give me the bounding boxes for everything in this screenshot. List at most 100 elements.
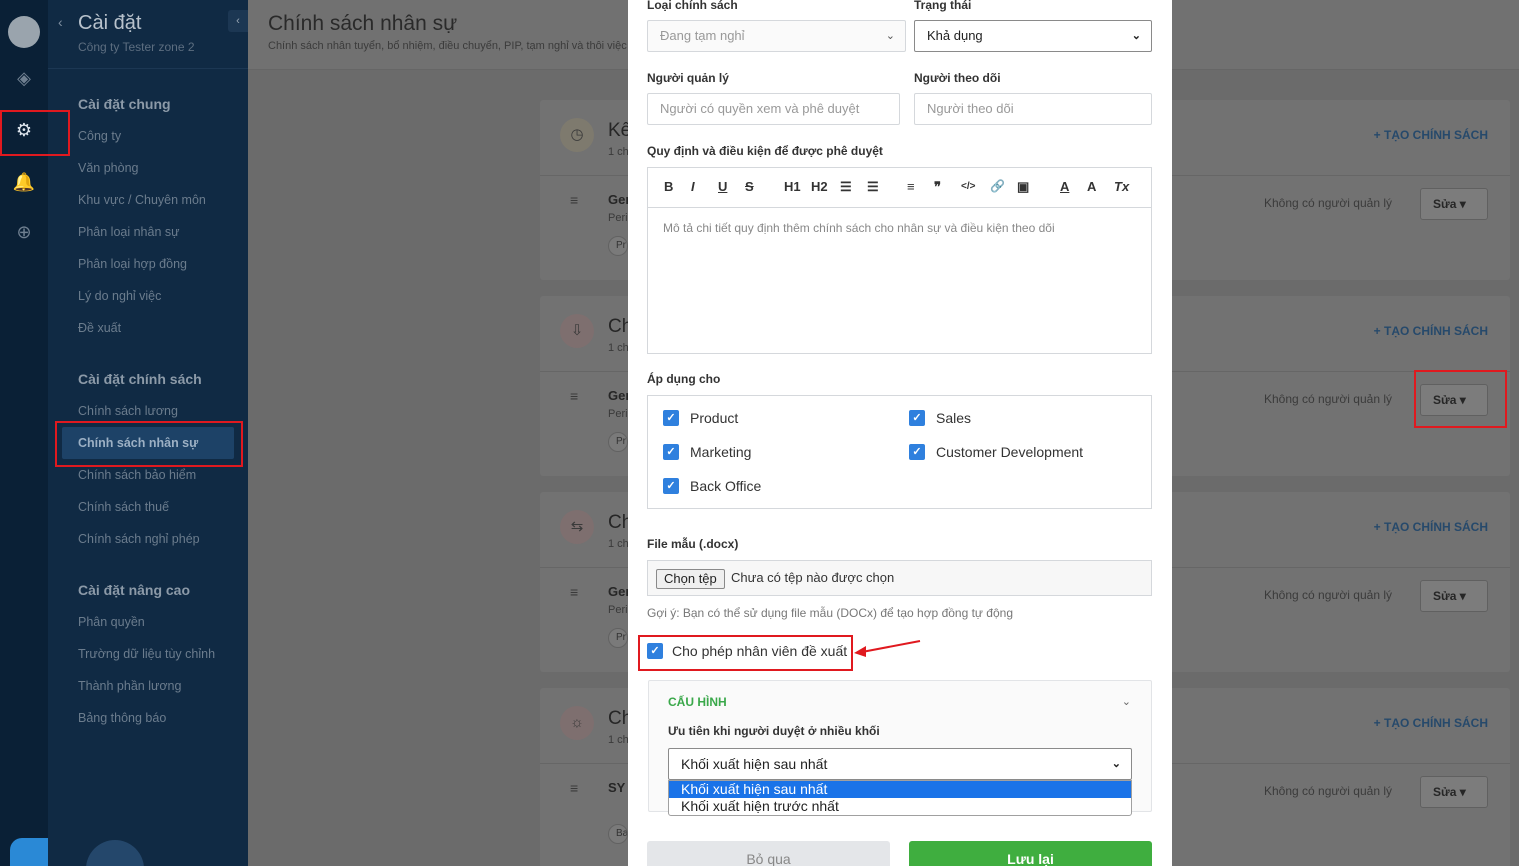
chevron-down-icon[interactable]: ⌄ [1122, 695, 1131, 708]
apply-customer-development[interactable]: Customer Development [936, 444, 1083, 460]
sidebar-item-office[interactable]: Văn phòng [78, 161, 138, 175]
underline-button[interactable]: U [718, 179, 727, 194]
sidebar-item-notice-board[interactable]: Bảng thông báo [78, 711, 166, 725]
edit-label: Sửa [1433, 197, 1457, 211]
check-icon[interactable]: ✓ [663, 478, 679, 494]
avatar[interactable] [8, 16, 40, 48]
apply-back-office[interactable]: Back Office [690, 478, 761, 494]
edit-button[interactable]: Sửa ▾ [1420, 776, 1488, 808]
check-icon[interactable]: ✓ [663, 410, 679, 426]
sidebar-item-contract-type[interactable]: Phân loại hợp đồng [78, 257, 187, 271]
heading2-button[interactable]: H2 [811, 179, 828, 194]
link-icon[interactable]: 🔗 [990, 179, 1005, 193]
follower-label: Người theo dõi [914, 71, 1001, 85]
config-title: CẤU HÌNH [668, 695, 727, 709]
allow-proposal-checkbox-label[interactable]: Cho phép nhân viên đề xuất [672, 643, 847, 659]
sidebar-item-permissions[interactable]: Phân quyền [78, 615, 145, 629]
priority-select[interactable]: Khối xuất hiện sau nhất ⌄ [668, 748, 1132, 780]
chevron-down-icon: ⌄ [885, 30, 895, 42]
menu-lines-icon: ≡ [570, 388, 579, 404]
file-input: Chọn tệp Chưa có tệp nào được chọn [647, 560, 1152, 596]
text-color-button[interactable]: A [1060, 179, 1069, 194]
rules-placeholder: Mô tả chi tiết quy định thêm chính sách … [663, 221, 1055, 235]
divider [48, 68, 248, 69]
sidebar-item-salary-policy[interactable]: Chính sách lương [78, 404, 178, 418]
card-count: 1 ch [608, 146, 629, 158]
heading1-button[interactable]: H1 [784, 179, 801, 194]
choose-file-button[interactable]: Chọn tệp [656, 569, 725, 589]
image-icon[interactable]: ▣ [1017, 179, 1029, 195]
highlight-button[interactable]: A [1087, 179, 1096, 194]
card-count: 1 ch [608, 342, 629, 354]
status-value: Khả dụng [927, 28, 983, 43]
quote-button[interactable]: ❞ [934, 179, 941, 195]
card-count: 1 ch [608, 538, 629, 550]
back-chevron-icon[interactable]: ‹ [58, 14, 63, 30]
add-policy-button[interactable]: + TẠO CHÍNH SÁCH [1374, 324, 1488, 338]
check-icon[interactable]: ✓ [909, 410, 925, 426]
sidebar-item-tax-policy[interactable]: Chính sách thuế [78, 500, 169, 514]
chevron-down-icon: ⌄ [1111, 758, 1121, 770]
sidebar-item-region[interactable]: Khu vực / Chuyên môn [78, 193, 206, 207]
calendar-icon[interactable]: ◈ [12, 66, 36, 90]
manager-input[interactable]: Người có quyền xem và phê duyệt [647, 93, 900, 125]
chevron-down-icon: ⌄ [1131, 30, 1141, 42]
policy-chip: Pr [608, 236, 628, 256]
follower-input[interactable]: Người theo dõi [914, 93, 1152, 125]
add-policy-button[interactable]: + TẠO CHÍNH SÁCH [1374, 128, 1488, 142]
sidebar-item-salary-components[interactable]: Thành phần lương [78, 679, 181, 693]
editor-toolbar: B I U S H1 H2 ☰ ☰ ≡ ❞ </> 🔗 ▣ A A Tx [648, 168, 1151, 208]
policy-chip: Ba [608, 824, 628, 844]
code-button[interactable]: </> [961, 181, 975, 192]
ordered-list-button[interactable]: ☰ [840, 179, 852, 195]
card-count: 1 ch [608, 734, 629, 746]
edit-button[interactable]: Sửa ▾ [1420, 188, 1488, 220]
annotation-box [0, 110, 70, 156]
priority-option[interactable]: Khối xuất hiện trước nhất [669, 798, 1131, 815]
sidebar-item-custom-fields[interactable]: Trường dữ liệu tùy chỉnh [78, 647, 215, 661]
status-label: Trạng thái [914, 0, 972, 12]
sidebar-item-proposal[interactable]: Đề xuất [78, 321, 121, 335]
check-icon[interactable]: ✓ [647, 643, 663, 659]
section-title: Cài đặt nâng cao [78, 582, 191, 598]
apply-sales[interactable]: Sales [936, 410, 971, 426]
file-hint: Gợi ý: Bạn có thể sử dụng file mẫu (DOCx… [647, 606, 1013, 620]
sidebar-item-leave-reason[interactable]: Lý do nghỉ việc [78, 289, 161, 303]
save-button[interactable]: Lưu lại [909, 841, 1152, 866]
menu-lines-icon: ≡ [570, 192, 579, 208]
apply-product[interactable]: Product [690, 410, 738, 426]
manager-status: Không có người quản lý [1264, 784, 1392, 798]
bullet-list-button[interactable]: ☰ [867, 179, 879, 195]
sidebar-item-leave-policy[interactable]: Chính sách nghỉ phép [78, 532, 200, 546]
bell-icon[interactable]: 🔔 [12, 170, 36, 194]
add-policy-button[interactable]: + TẠO CHÍNH SÁCH [1374, 520, 1488, 534]
policy-period: Peri [608, 408, 628, 420]
menu-lines-icon: ≡ [570, 584, 579, 600]
apply-marketing[interactable]: Marketing [690, 444, 751, 460]
apply-label: Áp dụng cho [647, 372, 721, 386]
sidebar-item-insurance-policy[interactable]: Chính sách bảo hiểm [78, 468, 196, 482]
check-icon[interactable]: ✓ [663, 444, 679, 460]
strikethrough-button[interactable]: S [745, 179, 754, 194]
priority-option[interactable]: Khối xuất hiện sau nhất [669, 781, 1131, 798]
page-title: Chính sách nhân sự [268, 12, 458, 35]
rules-editor[interactable]: B I U S H1 H2 ☰ ☰ ≡ ❞ </> 🔗 ▣ A A Tx Mô … [647, 167, 1152, 354]
italic-button[interactable]: I [691, 179, 695, 194]
clear-format-button[interactable]: Tx [1114, 179, 1129, 194]
sidebar-item-company[interactable]: Công ty [78, 129, 121, 143]
status-select[interactable]: Khả dụng ⌄ [914, 20, 1152, 52]
add-policy-button[interactable]: + TẠO CHÍNH SÁCH [1374, 716, 1488, 730]
check-icon[interactable]: ✓ [909, 444, 925, 460]
clock-icon: ◷ [560, 118, 594, 152]
align-button[interactable]: ≡ [907, 179, 915, 194]
config-question: Ưu tiên khi người duyệt ở nhiều khối [668, 724, 880, 738]
manager-status: Không có người quản lý [1264, 392, 1392, 406]
edit-button[interactable]: Sửa ▾ [1420, 580, 1488, 612]
collapse-sidebar-button[interactable]: ‹ [228, 10, 248, 32]
cancel-button[interactable]: Bỏ qua [647, 841, 890, 866]
bold-button[interactable]: B [664, 179, 673, 194]
plus-circle-icon[interactable]: ⊕ [12, 220, 36, 244]
section-title: Cài đặt chung [78, 96, 171, 112]
annotation-box [1414, 370, 1507, 428]
sidebar-item-staff-type[interactable]: Phân loại nhân sự [78, 225, 180, 239]
